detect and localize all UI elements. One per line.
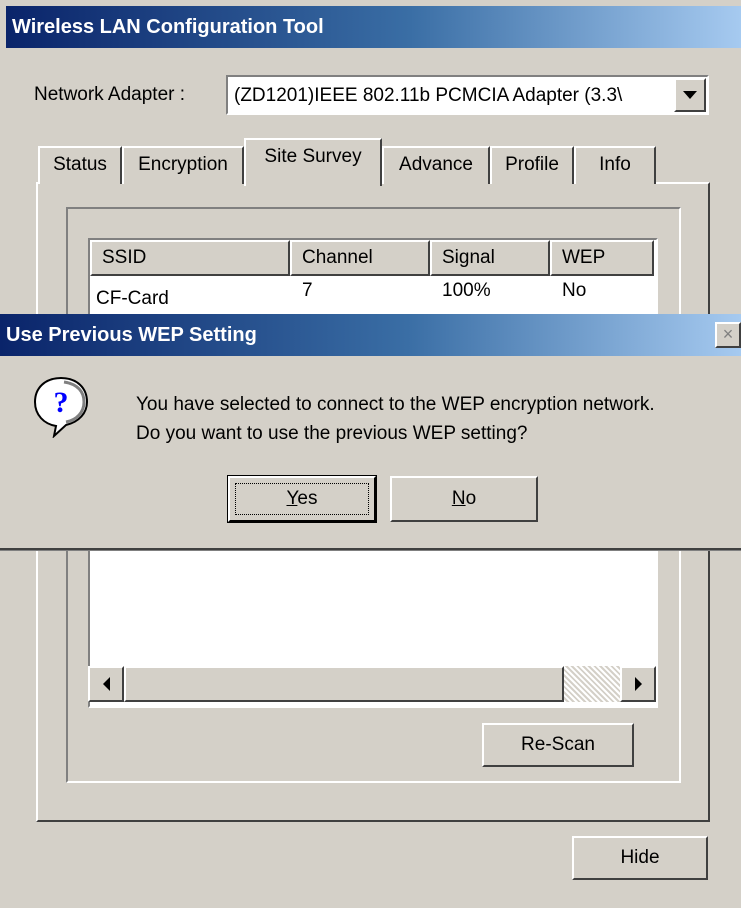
window-title: Wireless LAN Configuration Tool xyxy=(6,6,741,48)
arrow-left-icon xyxy=(102,677,110,691)
network-adapter-label: Network Adapter : xyxy=(34,84,186,105)
dialog-message: You have selected to connect to the WEP … xyxy=(136,390,655,448)
scroll-thumb[interactable] xyxy=(124,666,564,702)
cell-signal: 100% xyxy=(442,280,491,301)
network-adapter-value: (ZD1201)IEEE 802.11b PCMCIA Adapter (3.3… xyxy=(234,85,623,106)
tab-status[interactable]: Status xyxy=(38,146,122,184)
no-mnemonic: N xyxy=(451,488,466,509)
scroll-left-button[interactable] xyxy=(88,666,124,702)
tab-encryption[interactable]: Encryption xyxy=(122,146,244,184)
column-header-ssid[interactable]: SSID xyxy=(90,240,290,276)
horizontal-scrollbar[interactable] xyxy=(88,666,658,706)
dropdown-arrow-button[interactable] xyxy=(674,78,706,112)
column-header-wep[interactable]: WEP xyxy=(550,240,654,276)
tab-site-survey[interactable]: Site Survey xyxy=(244,138,382,186)
scroll-track[interactable] xyxy=(564,666,620,702)
cell-channel: 7 xyxy=(302,280,313,301)
cell-wep: No xyxy=(562,280,587,301)
hide-button[interactable]: Hide xyxy=(572,836,708,880)
network-adapter-dropdown[interactable]: (ZD1201)IEEE 802.11b PCMCIA Adapter (3.3… xyxy=(226,75,709,115)
tab-info[interactable]: Info xyxy=(574,146,656,184)
yes-button[interactable]: Yes xyxy=(227,475,377,523)
column-header-signal[interactable]: Signal xyxy=(430,240,550,276)
rescan-button[interactable]: Re-Scan xyxy=(482,723,634,767)
tab-advance[interactable]: Advance xyxy=(382,146,490,184)
no-label-rest: o xyxy=(465,488,477,509)
cell-ssid: CF-Card xyxy=(96,288,169,309)
arrow-right-icon xyxy=(634,677,642,691)
wep-setting-dialog: Use Previous WEP Setting × ? You have se… xyxy=(0,314,741,550)
tab-profile[interactable]: Profile xyxy=(490,146,574,184)
question-icon: ? xyxy=(33,376,89,438)
scroll-right-button[interactable] xyxy=(620,666,656,702)
question-glyph: ? xyxy=(54,386,69,419)
no-button[interactable]: No xyxy=(390,476,538,522)
chevron-down-icon xyxy=(683,91,697,99)
dialog-title: Use Previous WEP Setting xyxy=(0,314,741,356)
focus-rectangle xyxy=(235,483,369,515)
column-header-channel[interactable]: Channel xyxy=(290,240,430,276)
dialog-message-line-1: You have selected to connect to the WEP … xyxy=(136,394,655,415)
close-icon[interactable]: × xyxy=(715,322,741,348)
dialog-message-line-2: Do you want to use the previous WEP sett… xyxy=(136,423,528,444)
